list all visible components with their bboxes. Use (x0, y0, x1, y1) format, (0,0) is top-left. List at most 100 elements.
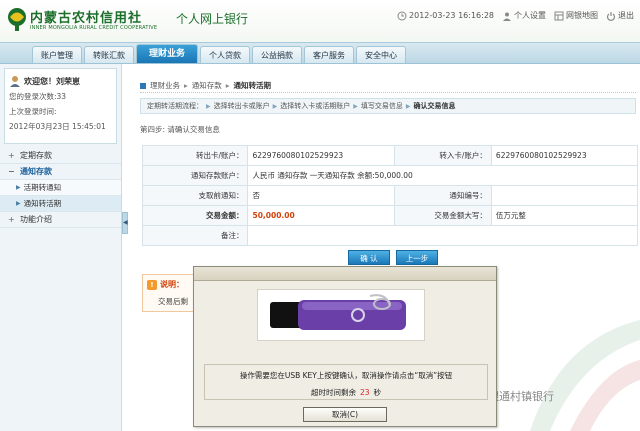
step-item: 选择转出卡或账户 (213, 102, 270, 110)
step-arrow-icon: ▶ (405, 102, 411, 110)
usbkey-dialog: 操作需要您在USB KEY上按键确认，取消操作请点击“取消”按钮 超时时间剩余 2… (193, 266, 497, 427)
breadcrumb-item[interactable]: 理财业务 (150, 80, 180, 91)
datetime: 2012-03-23 16:16:28 (397, 11, 494, 21)
tab-account[interactable]: 账户管理 (32, 46, 82, 63)
sitemap-label: 网银地图 (566, 11, 598, 20)
step-arrow-icon: ▶ (206, 102, 211, 110)
tab-wealth[interactable]: 理财业务 (136, 44, 199, 63)
datetime-text: 2012-03-23 16:16:28 (409, 11, 494, 20)
user-settings-icon (503, 12, 511, 21)
amount-value: 50,000.00 (247, 205, 395, 226)
sidebar-item-notice-deposit[interactable]: − 通知存款 (0, 164, 121, 180)
exit-link[interactable]: 退出 (606, 10, 634, 21)
exit-label: 退出 (618, 11, 634, 20)
bank-name-en: INNER MONGOLIA RURAL CREDIT COOPERATIVE (30, 25, 158, 31)
bank-name: 内蒙古农村信用社 (30, 11, 143, 26)
sitemap-link[interactable]: 网银地图 (554, 10, 598, 21)
tab-transfer[interactable]: 转账汇款 (84, 46, 134, 63)
sidebar-item-label: 活期转通知 (23, 182, 62, 192)
advance-notice-label: 支取前通知： (141, 185, 249, 206)
sidebar-item-label: 功能介绍 (20, 214, 52, 224)
advance-notice-value: 否 (247, 185, 395, 206)
table-row: 支取前通知： 否 通知编号： (141, 185, 639, 206)
decorative-swirl-icon (530, 320, 640, 431)
usb-key-image (257, 289, 425, 341)
amount-label: 交易金额： (141, 205, 249, 226)
from-account-value: 6229760080102529923 (247, 145, 395, 166)
cancel-button[interactable]: 取消(C) (303, 407, 387, 422)
confirm-table: 转出卡/账户： 6229760080102529923 转入卡/账户： 6229… (141, 145, 639, 246)
table-row: 交易金额： 50,000.00 交易金额大写： 伍万元整 (141, 205, 639, 226)
header: 内蒙古农村信用社 INNER MONGOLIA RURAL CREDIT COO… (0, 0, 640, 42)
process-steps: 定期转活期流程： ▶ 选择转出卡或账户 ▶ 选择转入卡或活期账户 ▶ 填写交易信… (140, 98, 636, 114)
tab-loans[interactable]: 个人贷款 (200, 46, 251, 63)
sidebar-item-label: 通知转活期 (23, 198, 62, 208)
expand-icon: + (8, 214, 15, 224)
step-item-current: 确认交易信息 (413, 102, 456, 110)
note-text: 交易后剩 (158, 297, 188, 306)
main-nav: 账户管理 转账汇款 理财业务 个人贷款 公益捐款 客户服务 安全中心 (0, 42, 640, 64)
sidebar-item-intro[interactable]: + 功能介绍 (0, 212, 121, 228)
breadcrumb-item[interactable]: 通知存款 (192, 80, 222, 91)
timeout-value: 23 (359, 388, 370, 397)
sitemap-icon (554, 11, 564, 20)
step-title: 第四步: 请确认交易信息 (140, 125, 220, 134)
sidebar-item-fixed-deposit[interactable]: + 定期存款 (0, 148, 121, 164)
last-login-label: 上次登录时间: (9, 107, 57, 116)
settings-label: 个人设置 (514, 11, 546, 20)
timeout-suffix: 秒 (373, 388, 382, 397)
remark-label: 备注： (141, 225, 249, 246)
previous-step-button[interactable]: 上一步 (396, 250, 438, 265)
confirm-button[interactable]: 确 认 (348, 250, 390, 265)
dialog-message-box: 操作需要您在USB KEY上按键确认，取消操作请点击“取消”按钮 超时时间剩余 2… (204, 364, 488, 400)
settings-link[interactable]: 个人设置 (502, 10, 546, 21)
notice-number-value (490, 185, 639, 206)
expand-icon: + (8, 150, 15, 160)
action-buttons: 确 认 上一步 (348, 250, 444, 265)
sidebar-collapse-handle[interactable]: ◀ (122, 212, 128, 234)
tab-service[interactable]: 客户服务 (304, 46, 355, 63)
breadcrumb: 理财业务 ▸ 通知存款 ▸ 通知转活期 (140, 80, 271, 91)
dialog-timeout: 超时时间剩余 23 秒 (205, 387, 487, 398)
breadcrumb-arrow-icon: ▸ (184, 81, 188, 90)
welcome-box: 欢迎您！刘荣崽 您的登录次数:33 上次登录时间: 2012年03月23日 15… (4, 68, 117, 144)
bank-logo-icon (8, 8, 26, 31)
tab-security[interactable]: 安全中心 (356, 46, 407, 63)
from-account-label: 转出卡/账户： (141, 145, 249, 166)
amount-chinese-label: 交易金额大写： (393, 205, 492, 226)
sidebar-item-label: 通知存款 (20, 166, 52, 176)
clock-icon (397, 11, 407, 20)
dialog-titlebar[interactable] (194, 267, 496, 281)
app-title: 个人网上银行 (176, 12, 249, 26)
timeout-prefix: 超时时间剩余 (310, 388, 356, 397)
sidebar-item-label: 定期存款 (20, 150, 52, 160)
login-count: 您的登录次数:33 (9, 92, 67, 101)
to-account-label: 转入卡/账户： (393, 145, 492, 166)
power-icon (606, 11, 616, 21)
breadcrumb-current: 通知转活期 (233, 81, 272, 90)
welcome-line: 欢迎您！刘荣崽 (9, 73, 112, 89)
divider (140, 92, 636, 93)
deposit-account-value: 人民币 通知存款 一天通知存款 余额:50,000.00 (247, 165, 638, 186)
sidebar: 欢迎您！刘荣崽 您的登录次数:33 上次登录时间: 2012年03月23日 15… (0, 64, 122, 431)
sidebar-item-notice-to-current[interactable]: ▶ 通知转活期 (0, 196, 121, 212)
step-item: 选择转入卡或活期账户 (280, 102, 351, 110)
nav-tabs: 账户管理 转账汇款 理财业务 个人贷款 公益捐款 客户服务 安全中心 (32, 44, 408, 63)
table-row: 通知存款账户： 人民币 通知存款 一天通知存款 余额:50,000.00 (141, 165, 638, 186)
welcome-text: 欢迎您！刘荣崽 (24, 76, 80, 86)
to-account-value: 6229760080102529923 (490, 145, 639, 166)
remark-value (247, 225, 638, 246)
sidebar-menu: + 定期存款 − 通知存款 ▶ 活期转通知 ▶ 通知转活期 + 功能介绍 (0, 148, 121, 228)
notice-number-label: 通知编号： (393, 185, 492, 206)
usb-key-icon (270, 294, 406, 330)
sidebar-item-current-to-notice[interactable]: ▶ 活期转通知 (0, 180, 121, 196)
step-item: 填写交易信息 (360, 102, 403, 110)
deposit-account-label: 通知存款账户： (141, 165, 249, 186)
breadcrumb-marker-icon (140, 82, 146, 89)
step-arrow-icon: ▶ (272, 102, 278, 110)
table-row: 转出卡/账户： 6229760080102529923 转入卡/账户： 6229… (141, 145, 639, 166)
table-row: 备注： (141, 225, 638, 246)
amount-chinese-value: 伍万元整 (490, 205, 639, 226)
tab-donation[interactable]: 公益捐款 (252, 46, 303, 63)
last-login-time: 2012年03月23日 15:45:01 (9, 122, 106, 131)
